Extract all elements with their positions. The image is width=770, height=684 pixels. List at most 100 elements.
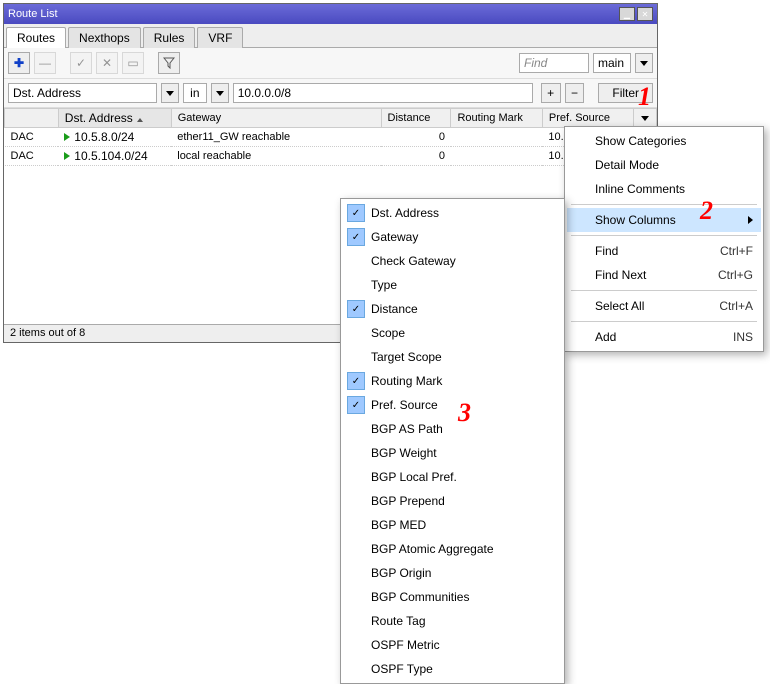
- column-toggle-item[interactable]: BGP AS Path: [343, 417, 562, 441]
- menu-separator: [571, 290, 757, 291]
- table-row[interactable]: DAC 10.5.8.0/24 ether11_GW reachable 0 1…: [5, 128, 657, 147]
- menu-find-next[interactable]: Find NextCtrl+G: [567, 263, 761, 287]
- column-toggle-item[interactable]: ✓Pref. Source: [343, 393, 562, 417]
- tab-rules[interactable]: Rules: [143, 27, 196, 48]
- enable-button[interactable]: ✓: [70, 52, 92, 74]
- column-toggle-item[interactable]: BGP MED: [343, 513, 562, 537]
- minimize-button[interactable]: ▁: [619, 7, 635, 21]
- tabs: Routes Nexthops Rules VRF: [4, 24, 657, 48]
- chevron-down-icon: [216, 91, 224, 96]
- find-input[interactable]: Find: [519, 53, 589, 73]
- check-icon: ✓: [347, 372, 365, 390]
- column-toggle-label: OSPF Metric: [371, 638, 440, 652]
- col-pref-source[interactable]: Pref. Source: [542, 109, 633, 128]
- menu-add[interactable]: AddINS: [567, 325, 761, 349]
- cell-dist: 0: [381, 147, 451, 166]
- cell-gw: local reachable: [171, 147, 381, 166]
- plus-icon: ✚: [14, 56, 24, 70]
- route-active-icon: [64, 152, 70, 160]
- col-distance[interactable]: Distance: [381, 109, 451, 128]
- annotation-2: 2: [700, 196, 713, 226]
- columns-submenu: ✓Dst. Address✓Gateway Check Gateway Type✓D…: [340, 198, 565, 684]
- column-toggle-item[interactable]: BGP Prepend: [343, 489, 562, 513]
- column-toggle-item[interactable]: Target Scope: [343, 345, 562, 369]
- column-toggle-item[interactable]: BGP Origin: [343, 561, 562, 585]
- column-toggle-label: BGP Weight: [371, 446, 437, 460]
- column-toggle-item[interactable]: BGP Communities: [343, 585, 562, 609]
- comment-button[interactable]: ▭: [122, 52, 144, 74]
- column-toggle-label: BGP Prepend: [371, 494, 445, 508]
- disable-button[interactable]: ✕: [96, 52, 118, 74]
- column-toggle-item[interactable]: ✓Gateway: [343, 225, 562, 249]
- menu-find[interactable]: FindCtrl+F: [567, 239, 761, 263]
- column-toggle-item[interactable]: OSPF Metric: [343, 633, 562, 657]
- table-header-row: Dst. Address Gateway Distance Routing Ma…: [5, 109, 657, 128]
- column-toggle-label: BGP MED: [371, 518, 426, 532]
- column-toggle-item[interactable]: ✓Dst. Address: [343, 201, 562, 225]
- column-toggle-label: BGP Communities: [371, 590, 469, 604]
- column-toggle-item[interactable]: Check Gateway: [343, 249, 562, 273]
- col-flags[interactable]: [5, 109, 59, 128]
- filter-value-input[interactable]: 10.0.0.0/8: [233, 83, 533, 103]
- cell-dst: 10.5.8.0/24: [58, 128, 171, 147]
- scope-select[interactable]: main: [593, 53, 631, 73]
- annotation-1: 1: [638, 82, 651, 112]
- filter-field-dropdown[interactable]: [161, 83, 179, 103]
- filter-op-dropdown[interactable]: [211, 83, 229, 103]
- menu-inline-comments[interactable]: Inline Comments: [567, 177, 761, 201]
- column-toggle-label: Target Scope: [371, 350, 442, 364]
- minus-icon: −: [571, 86, 578, 100]
- scope-dropdown-button[interactable]: [635, 53, 653, 73]
- remove-button[interactable]: —: [34, 52, 56, 74]
- column-toggle-label: OSPF Type: [371, 662, 433, 676]
- add-button[interactable]: ✚: [8, 52, 30, 74]
- column-toggle-item[interactable]: ✓Distance: [343, 297, 562, 321]
- filter-add-button[interactable]: +: [541, 83, 561, 103]
- column-toggle-label: Check Gateway: [371, 254, 456, 268]
- filter-remove-button[interactable]: −: [565, 83, 585, 103]
- column-toggle-label: Route Tag: [371, 614, 426, 628]
- close-button[interactable]: ✕: [637, 7, 653, 21]
- col-gateway[interactable]: Gateway: [171, 109, 381, 128]
- column-toggle-item[interactable]: BGP Weight: [343, 441, 562, 465]
- menu-detail-mode[interactable]: Detail Mode: [567, 153, 761, 177]
- column-toggle-label: BGP AS Path: [371, 422, 443, 436]
- cell-mark: [451, 147, 542, 166]
- column-toggle-label: BGP Origin: [371, 566, 431, 580]
- table-row[interactable]: DAC 10.5.104.0/24 local reachable 0 10.5…: [5, 147, 657, 166]
- chevron-down-icon: [166, 91, 174, 96]
- annotation-3: 3: [458, 398, 471, 428]
- menu-show-categories[interactable]: Show Categories: [567, 129, 761, 153]
- column-toggle-item[interactable]: Route Tag: [343, 609, 562, 633]
- chevron-down-icon: [640, 61, 648, 66]
- menu-separator: [571, 235, 757, 236]
- window-title: Route List: [8, 8, 617, 20]
- column-toggle-item[interactable]: BGP Atomic Aggregate: [343, 537, 562, 561]
- tab-routes[interactable]: Routes: [6, 27, 66, 48]
- column-toggle-item[interactable]: OSPF Type: [343, 657, 562, 681]
- column-toggle-label: BGP Atomic Aggregate: [371, 542, 494, 556]
- column-toggle-label: Pref. Source: [371, 398, 438, 412]
- note-icon: ▭: [127, 56, 138, 70]
- column-toggle-item[interactable]: Type: [343, 273, 562, 297]
- filter-op-select[interactable]: in: [183, 83, 207, 103]
- plus-icon: +: [547, 86, 554, 100]
- column-toggle-label: BGP Local Pref.: [371, 470, 457, 484]
- menu-select-all[interactable]: Select AllCtrl+A: [567, 294, 761, 318]
- tab-vrf[interactable]: VRF: [197, 27, 243, 48]
- funnel-icon: [163, 57, 175, 69]
- column-toggle-item[interactable]: Scope: [343, 321, 562, 345]
- col-dst-address[interactable]: Dst. Address: [58, 109, 171, 128]
- menu-show-columns[interactable]: Show Columns: [567, 208, 761, 232]
- cell-flags: DAC: [5, 128, 59, 147]
- column-toggle-item[interactable]: BGP Local Pref.: [343, 465, 562, 489]
- filter-field-select[interactable]: Dst. Address: [8, 83, 157, 103]
- titlebar[interactable]: Route List ▁ ✕: [4, 4, 657, 24]
- col-routing-mark[interactable]: Routing Mark: [451, 109, 542, 128]
- menu-separator: [571, 321, 757, 322]
- tab-nexthops[interactable]: Nexthops: [68, 27, 141, 48]
- column-toggle-item[interactable]: ✓Routing Mark: [343, 369, 562, 393]
- toolbar: ✚ — ✓ ✕ ▭ Find main: [4, 48, 657, 79]
- chevron-down-icon: [641, 116, 649, 121]
- filter-toggle-button[interactable]: [158, 52, 180, 74]
